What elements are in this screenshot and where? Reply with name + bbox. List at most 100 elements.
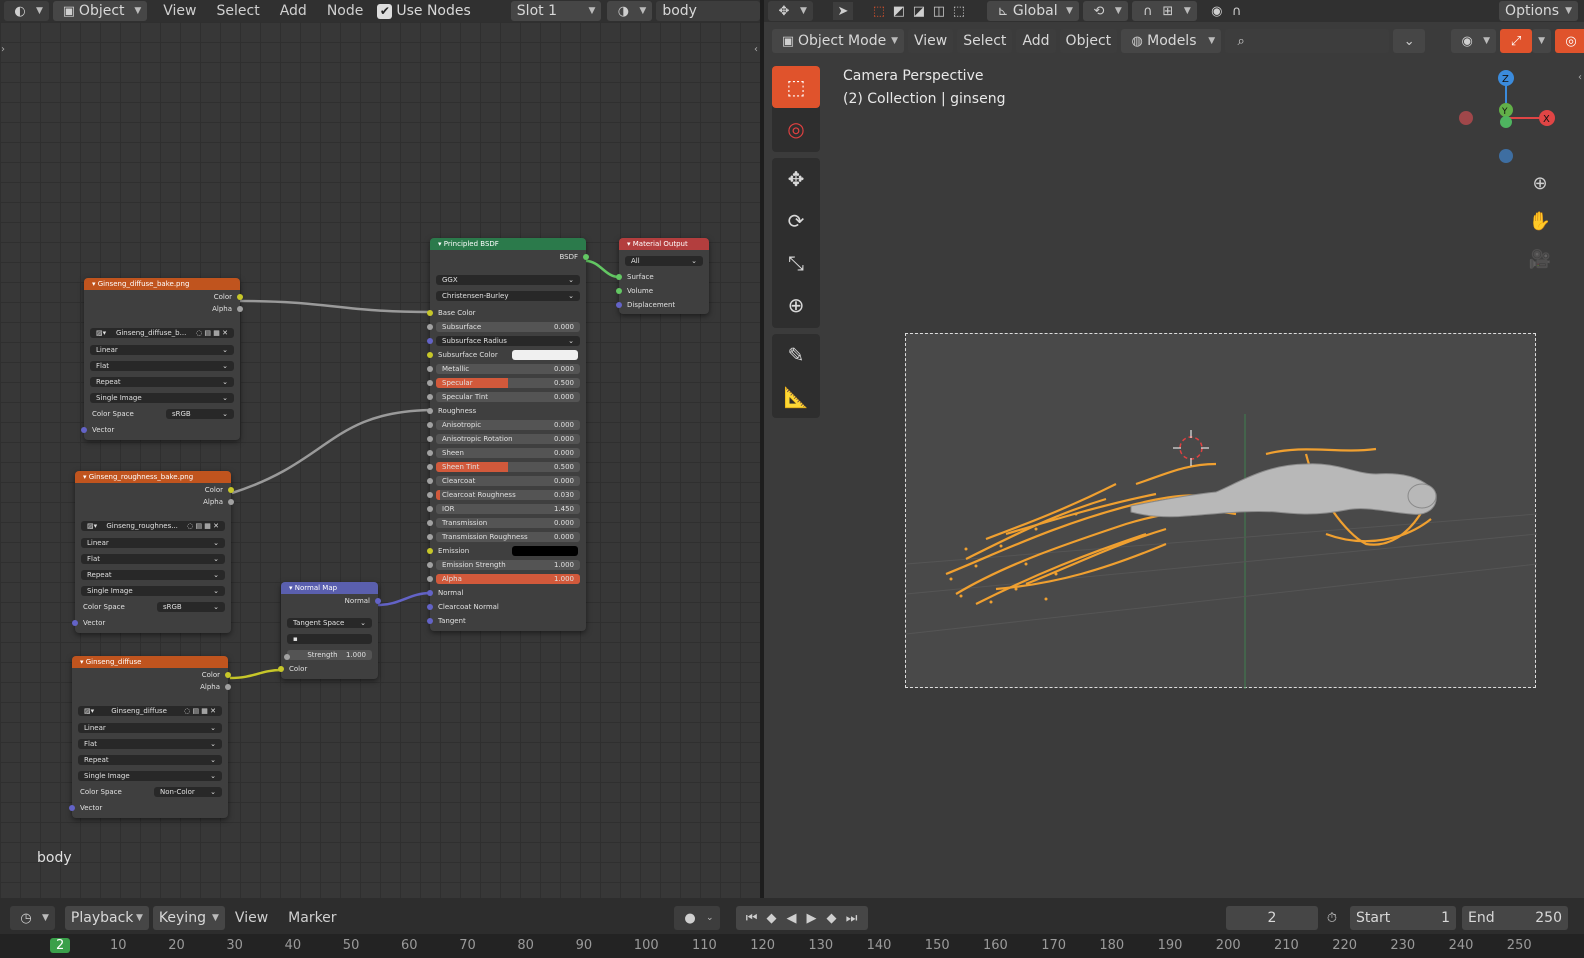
input-socket[interactable] — [427, 394, 433, 400]
node-header[interactable]: ▾ Ginseng_roughness_bake.png — [75, 471, 231, 483]
scale-tool[interactable]: ⤡ — [772, 242, 820, 284]
input-socket[interactable] — [427, 492, 433, 498]
proportional-edit-icon[interactable]: ◉ — [1207, 2, 1227, 20]
projection-dropdown[interactable]: Flat ⌄ — [81, 554, 225, 564]
options-dropdown[interactable]: Options ▼ — [1499, 1, 1578, 21]
menu-select[interactable]: Select — [207, 3, 270, 19]
output-socket[interactable] — [237, 306, 243, 312]
play-reverse-icon[interactable]: ◀ — [782, 909, 802, 927]
measure-tool[interactable]: 📐 — [772, 376, 820, 418]
object-mode-dropdown[interactable]: ▣ Object Mode ▼ — [772, 29, 904, 53]
input-slider[interactable]: Transmission 0.000 — [436, 518, 580, 528]
source-dropdown[interactable]: Single Image ⌄ — [78, 771, 222, 781]
timeline-view-menu[interactable]: View — [225, 910, 278, 926]
input-socket[interactable] — [427, 604, 433, 610]
start-frame-field[interactable]: Start 1 — [1350, 906, 1456, 930]
image-selector[interactable]: ▨▾ Ginseng_diffuse ◌ ▤ ▦ ✕ — [78, 706, 222, 716]
select-intersect-icon[interactable]: ⬚ — [949, 2, 969, 20]
select-tool-icon[interactable]: ➤ — [832, 2, 853, 20]
menu-node[interactable]: Node — [317, 3, 374, 19]
target-dropdown[interactable]: All ⌄ — [625, 256, 703, 266]
input-slider[interactable]: Alpha 1.000 — [436, 574, 580, 584]
input-slider[interactable]: Emission Strength 1.000 — [436, 560, 580, 570]
select-extend-icon[interactable]: ◩ — [889, 2, 909, 20]
input-socket[interactable] — [427, 548, 433, 554]
projection-dropdown[interactable]: Flat ⌄ — [78, 739, 222, 749]
input-slider[interactable]: Specular Tint 0.000 — [436, 392, 580, 402]
select-box-icon[interactable]: ⬚ — [869, 2, 889, 20]
falloff-icon[interactable]: ∩ — [1227, 2, 1247, 20]
node-header[interactable]: ▾ Ginseng_diffuse_bake.png — [84, 278, 240, 290]
input-socket[interactable] — [72, 620, 78, 626]
vp-menu-add[interactable]: Add — [1016, 29, 1056, 53]
material-browse-button[interactable]: ◑ ▼ — [607, 1, 653, 21]
move-tool[interactable]: ✥ — [772, 158, 820, 200]
color-swatch[interactable] — [512, 546, 578, 556]
input-socket[interactable] — [427, 366, 433, 372]
input-slider[interactable]: IOR 1.450 — [436, 504, 580, 514]
material-name-field[interactable]: body — [656, 1, 760, 21]
color-space-dropdown[interactable]: sRGB ⌄ — [157, 602, 225, 612]
input-socket[interactable] — [427, 520, 433, 526]
interpolation-dropdown[interactable]: Linear ⌄ — [81, 538, 225, 548]
object-type-dropdown[interactable]: ▣ Object ▼ — [52, 1, 148, 21]
camera-icon[interactable]: 🎥 — [1529, 249, 1551, 270]
image-texture-node-roughness-bake[interactable]: ▾ Ginseng_roughness_bake.png Color Alpha… — [72, 471, 234, 633]
input-slider[interactable]: Clearcoat Roughness 0.030 — [436, 490, 580, 500]
prev-keyframe-icon[interactable]: ◆ — [762, 909, 782, 927]
visibility-dropdown[interactable]: ◉ ▼ — [1451, 29, 1497, 53]
input-socket[interactable] — [427, 408, 433, 414]
collection-dropdown[interactable]: ◍ Models ▼ — [1121, 29, 1222, 53]
menu-add[interactable]: Add — [270, 3, 317, 19]
node-header[interactable]: ▾ Ginseng_diffuse — [72, 656, 228, 668]
interpolation-dropdown[interactable]: Linear ⌄ — [78, 723, 222, 733]
color-space-dropdown[interactable]: Non-Color ⌄ — [154, 787, 222, 797]
node-header[interactable]: ▾ Material Output — [619, 238, 709, 250]
space-dropdown[interactable]: Tangent Space ⌄ — [287, 618, 372, 628]
source-dropdown[interactable]: Single Image ⌄ — [81, 586, 225, 596]
input-socket[interactable] — [427, 324, 433, 330]
input-socket[interactable] — [69, 805, 75, 811]
source-dropdown[interactable]: Single Image ⌄ — [90, 393, 234, 403]
cursor-tool[interactable]: ◎ — [772, 108, 820, 150]
input-socket[interactable] — [427, 422, 433, 428]
input-slider[interactable]: Subsurface 0.000 — [436, 322, 580, 332]
annotate-tool[interactable]: ✎ — [772, 334, 820, 376]
input-socket[interactable] — [81, 427, 87, 433]
stopwatch-icon[interactable]: ⏱ — [1322, 909, 1342, 927]
pivot-dropdown[interactable]: ⟲ ▼ — [1082, 1, 1128, 21]
input-slider[interactable]: Specular 0.500 — [436, 378, 580, 388]
input-slider[interactable]: Subsurface Radius ⌄ — [436, 336, 580, 346]
input-socket[interactable] — [616, 288, 622, 294]
input-socket[interactable] — [427, 464, 433, 470]
timeline-marker-menu[interactable]: Marker — [278, 910, 346, 926]
input-socket[interactable] — [284, 654, 290, 660]
input-slider[interactable]: Transmission Roughness 0.000 — [436, 532, 580, 542]
extension-dropdown[interactable]: Repeat ⌄ — [81, 570, 225, 580]
input-slider[interactable]: Sheen 0.000 — [436, 448, 580, 458]
auto-keying-toggle[interactable]: ● ⌄ — [674, 906, 720, 930]
input-socket[interactable] — [616, 274, 622, 280]
output-socket[interactable] — [375, 598, 381, 604]
strength-slider[interactable]: Strength 1.000 — [284, 650, 372, 660]
normal-map-node[interactable]: ▾ Normal Map Normal Tangent Space ⌄ ▪ Str… — [278, 582, 381, 679]
input-socket[interactable] — [427, 576, 433, 582]
output-socket[interactable] — [228, 499, 234, 505]
extension-dropdown[interactable]: Repeat ⌄ — [78, 755, 222, 765]
input-slider[interactable]: Anisotropic Rotation 0.000 — [436, 434, 580, 444]
output-socket[interactable] — [583, 254, 589, 260]
input-slider[interactable]: Sheen Tint 0.500 — [436, 462, 580, 472]
subsurface-method-dropdown[interactable]: Christensen-Burley ⌄ — [436, 291, 580, 301]
input-socket[interactable] — [427, 380, 433, 386]
input-socket[interactable] — [427, 436, 433, 442]
image-texture-node-diffuse-bake[interactable]: ▾ Ginseng_diffuse_bake.png Color Alpha ▨… — [81, 278, 243, 440]
color-swatch[interactable] — [512, 350, 578, 360]
overlay-toggle[interactable]: ◎ — [1555, 29, 1584, 53]
snap-dropdown[interactable]: ∩ ⊞ ▼ — [1131, 1, 1197, 21]
gizmo-toggle[interactable]: ⤢ — [1500, 29, 1533, 53]
transform-tool[interactable]: ⊕ — [772, 284, 820, 326]
input-socket[interactable] — [427, 618, 433, 624]
viewport-search-field[interactable]: ⌕ — [1225, 29, 1390, 53]
output-socket[interactable] — [237, 294, 243, 300]
keying-menu[interactable]: Keying ▼ — [152, 906, 225, 930]
